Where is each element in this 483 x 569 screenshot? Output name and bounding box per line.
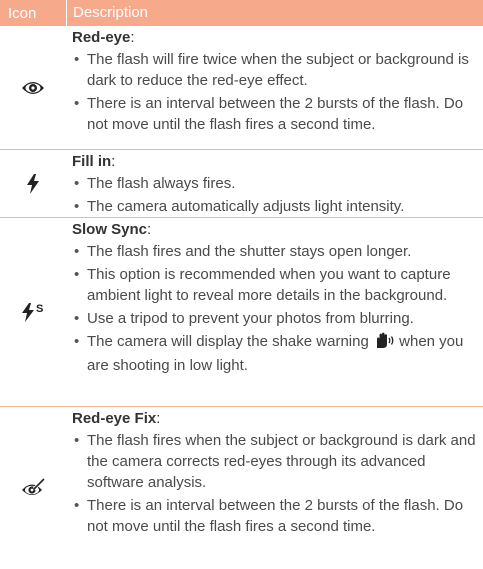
option-title: Slow Sync: [72, 221, 152, 238]
option-title: Red-eye: [72, 29, 135, 46]
table-row-fill-in: Fill in: The flash always fires. The cam… [0, 150, 483, 218]
bullet-list: The flash fires when the subject or back… [72, 430, 479, 537]
table-row-red-eye: Red-eye: The flash will fire twice when … [0, 26, 483, 150]
icon-cell [0, 150, 66, 217]
list-item: The flash fires and the shutter stays op… [72, 241, 479, 262]
table-header: Icon Description [0, 0, 483, 26]
bullet-list: The flash will fire twice when the subje… [72, 49, 479, 135]
flash-fill-in-icon [26, 173, 40, 194]
description-cell: Slow Sync: The flash fires and the shutt… [66, 218, 483, 406]
icon-cell [0, 26, 66, 149]
list-item: The flash will fire twice when the subje… [72, 49, 479, 91]
red-eye-icon [21, 80, 45, 96]
flash-options-table: Icon Description Red-eye: The flash will… [0, 0, 483, 569]
list-item: There is an interval between the 2 burst… [72, 93, 479, 135]
icon-cell: S [0, 218, 66, 406]
table-row-red-eye-fix: Red-eye Fix: The flash fires when the su… [0, 407, 483, 569]
list-item: The camera will display the shake warnin… [72, 331, 479, 376]
list-item: The flash fires when the subject or back… [72, 430, 479, 493]
description-cell: Red-eye: The flash will fire twice when … [66, 26, 483, 149]
bullet-list: The flash fires and the shutter stays op… [72, 241, 479, 376]
list-item: There is an interval between the 2 burst… [72, 495, 479, 537]
list-item: This option is recommended when you want… [72, 264, 479, 306]
shake-warning-text-before: The camera will display the shake warnin… [87, 333, 369, 350]
svg-text:S: S [36, 303, 43, 315]
shake-warning-icon [373, 332, 395, 355]
red-eye-fix-icon [21, 478, 45, 498]
description-cell: Red-eye Fix: The flash fires when the su… [66, 407, 483, 569]
slow-sync-icon: S [21, 302, 45, 322]
header-description-column: Description [66, 0, 483, 26]
table-row-slow-sync: S Slow Sync: The flash fires and the shu… [0, 218, 483, 407]
option-title: Fill in: [72, 153, 116, 170]
list-item: The flash always fires. [72, 173, 479, 194]
list-item: The camera automatically adjusts light i… [72, 196, 479, 217]
bullet-list: The flash always fires. The camera autom… [72, 173, 479, 217]
description-cell: Fill in: The flash always fires. The cam… [66, 150, 483, 217]
icon-cell [0, 407, 66, 569]
list-item: Use a tripod to prevent your photos from… [72, 308, 479, 329]
option-title: Red-eye Fix: [72, 410, 161, 427]
header-icon-column: Icon [8, 4, 37, 22]
